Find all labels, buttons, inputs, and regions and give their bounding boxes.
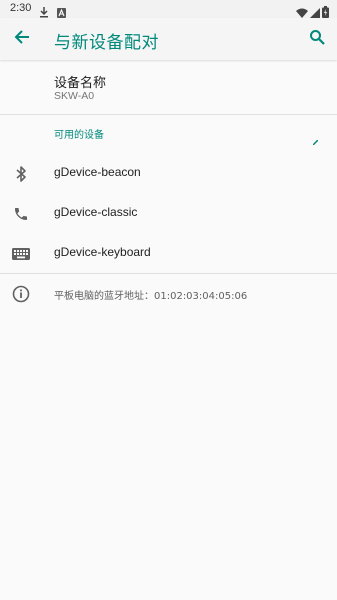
- bluetooth-address-text: 平板电脑的蓝牙地址：01:02:03:04:05:06: [54, 291, 248, 302]
- back-button[interactable]: [8, 25, 36, 53]
- device-name-value: SKW-A0: [54, 90, 95, 102]
- available-devices-header: 可用的设备: [54, 130, 104, 141]
- search-icon: [309, 29, 325, 49]
- scanning-progress-icon: [312, 130, 319, 146]
- page-title: 与新设备配对: [54, 33, 159, 53]
- device-item-beacon[interactable]: gDevice-beacon: [0, 153, 337, 193]
- device-item-classic[interactable]: gDevice-classic: [0, 193, 337, 233]
- device-label: gDevice-beacon: [54, 165, 141, 179]
- info-icon: [12, 285, 30, 303]
- status-time: 2:30: [10, 2, 32, 14]
- search-button[interactable]: [303, 25, 331, 53]
- device-label: gDevice-keyboard: [54, 245, 151, 259]
- keyboard-icon: [12, 245, 30, 263]
- device-name-setting[interactable]: 设备名称 SKW-A0: [0, 61, 337, 114]
- divider: [0, 273, 337, 274]
- device-name-label: 设备名称: [54, 76, 107, 91]
- divider: [0, 114, 337, 115]
- bluetooth-address-info: 平板电脑的蓝牙地址：01:02:03:04:05:06: [0, 275, 337, 311]
- phone-icon: [12, 205, 30, 223]
- bluetooth-icon: [12, 165, 30, 183]
- device-label: gDevice-classic: [54, 205, 138, 219]
- app-bar: 与新设备配对: [0, 18, 337, 60]
- arrow-back-icon: [14, 29, 30, 49]
- status-bar: 2:30: [0, 0, 337, 18]
- device-item-keyboard[interactable]: gDevice-keyboard: [0, 233, 337, 273]
